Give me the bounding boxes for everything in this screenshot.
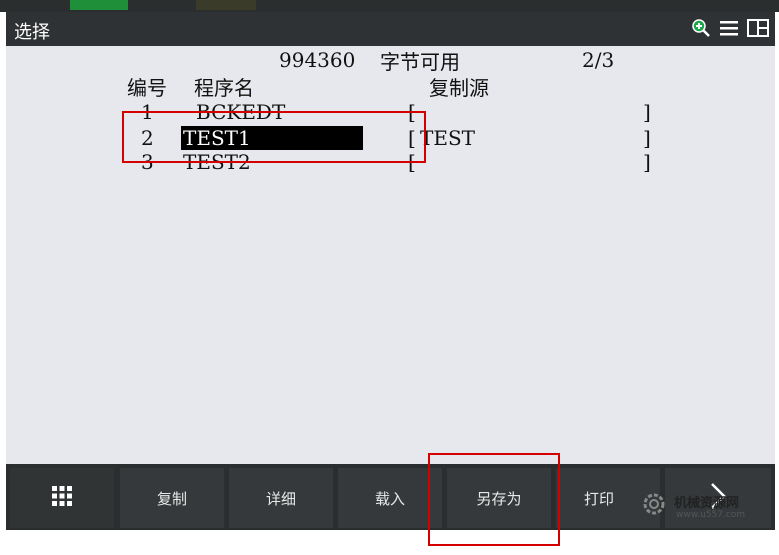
- split-view-icon[interactable]: [747, 18, 769, 42]
- row-number: 1: [141, 100, 154, 124]
- program-name[interactable]: TEST2: [183, 150, 251, 174]
- detail-button[interactable]: 详细: [229, 468, 333, 528]
- column-header-program-name: 程序名: [194, 76, 254, 100]
- source-open-bracket: [: [408, 150, 416, 174]
- gear-icon: [643, 493, 665, 515]
- title-bar: 选择: [6, 12, 775, 46]
- title-bar-icons: [691, 18, 769, 42]
- page-indicator: 2/3: [582, 48, 615, 72]
- column-header-copy-source: 复制源: [429, 76, 489, 100]
- watermark-text: 机械资源网: [674, 496, 740, 511]
- grid-menu-icon: [51, 485, 73, 511]
- top-status-strip: [0, 0, 779, 12]
- source-open-bracket: [: [408, 100, 416, 124]
- status-segment-green: [70, 0, 128, 10]
- free-bytes-label: 字节可用: [380, 50, 460, 74]
- window-title: 选择: [14, 22, 50, 43]
- program-list-panel: 994360 字节可用 2/3 编号 程序名 复制源 1 BCKEDT [ ] …: [6, 46, 775, 464]
- source-open-bracket: [: [408, 126, 416, 150]
- save-as-button[interactable]: 另存为: [447, 468, 551, 528]
- zoom-in-icon[interactable]: [691, 18, 711, 42]
- row-number: 2: [141, 126, 154, 150]
- source-close-bracket: ]: [643, 100, 651, 124]
- menu-button[interactable]: [10, 468, 114, 528]
- row-number: 3: [141, 150, 154, 174]
- free-bytes-value: 994360: [279, 48, 356, 72]
- list-icon[interactable]: [719, 18, 739, 42]
- column-header-number: 编号: [127, 76, 167, 100]
- source-close-bracket: ]: [643, 150, 651, 174]
- watermark: 机械资源网 www.u557.com: [640, 488, 770, 528]
- watermark-url: www.u557.com: [676, 510, 746, 520]
- copy-source: TEST: [420, 126, 475, 150]
- status-segment-dark: [196, 0, 256, 10]
- copy-button[interactable]: 复制: [120, 468, 224, 528]
- source-close-bracket: ]: [643, 126, 651, 150]
- program-name[interactable]: BCKEDT: [196, 100, 285, 124]
- load-button[interactable]: 载入: [338, 468, 442, 528]
- program-name[interactable]: TEST1: [181, 126, 363, 150]
